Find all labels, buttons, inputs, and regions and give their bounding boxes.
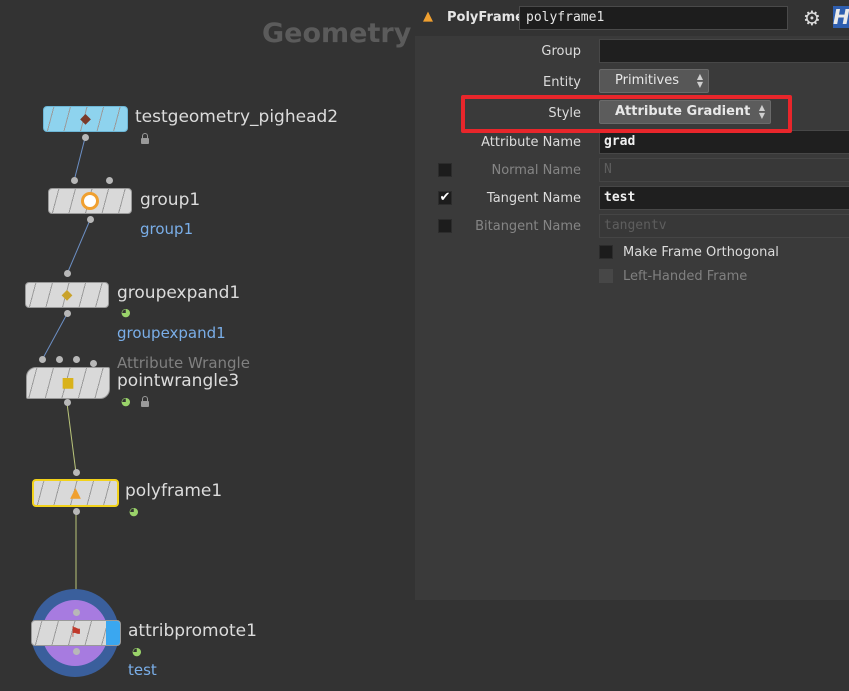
- node-pointwrangle3[interactable]: ■: [26, 367, 110, 399]
- parameter-pane: ▲ PolyFrame polyframe1 ⚙ H Group Entity …: [415, 0, 849, 600]
- node-input-dot[interactable]: [73, 356, 80, 363]
- node-output-dot[interactable]: [64, 399, 71, 406]
- group-label: Group: [541, 44, 581, 59]
- make-frame-orthogonal-checkbox[interactable]: [599, 245, 613, 259]
- left-handed-frame-label: Left-Handed Frame: [623, 269, 748, 284]
- normal-name-field[interactable]: N: [599, 158, 849, 182]
- node-type-label: Attribute Wrangle: [117, 354, 250, 372]
- entity-menu[interactable]: Primitives ▲ ▼: [599, 69, 709, 93]
- attribute-name-field[interactable]: grad: [599, 130, 849, 154]
- node-output-dot[interactable]: [64, 310, 71, 317]
- parameter-pane-footer: [415, 600, 849, 691]
- entity-menu-value: Primitives: [615, 73, 680, 88]
- highlight-box: [461, 95, 792, 133]
- node-output-dot[interactable]: [73, 508, 80, 515]
- bitangent-name-field[interactable]: tangentv: [599, 214, 849, 238]
- make-frame-orthogonal-label: Make Frame Orthogonal: [623, 245, 779, 260]
- help-icon[interactable]: H: [833, 5, 849, 29]
- node-name-field[interactable]: polyframe1: [519, 6, 788, 30]
- node-output-dot[interactable]: [82, 134, 89, 141]
- wrangle-icon: ■: [61, 375, 75, 391]
- normal-name-label: Normal Name: [491, 163, 581, 178]
- node-name: group1: [140, 190, 201, 210]
- attribute-name-label: Attribute Name: [481, 135, 581, 150]
- display-flag-icon[interactable]: ◕: [132, 645, 142, 658]
- polyframe-icon: ▲: [423, 9, 433, 24]
- node-group1[interactable]: [48, 188, 132, 214]
- display-flag-icon[interactable]: ◕: [129, 505, 139, 518]
- node-input-dot[interactable]: [56, 356, 63, 363]
- tangent-name-label: Tangent Name: [486, 191, 581, 206]
- group-field[interactable]: [599, 39, 849, 63]
- updown-arrows-icon: ▲ ▼: [696, 72, 703, 89]
- node-input-dot[interactable]: [73, 609, 80, 616]
- pighead-icon: ◆: [80, 111, 91, 127]
- lock-icon: [141, 396, 149, 407]
- node-comment: groupexpand1: [117, 324, 226, 342]
- node-name: groupexpand1: [117, 283, 241, 303]
- tangent-name-field[interactable]: test: [599, 186, 849, 210]
- entity-label: Entity: [543, 75, 581, 90]
- node-comment: group1: [140, 220, 194, 238]
- node-input-dot[interactable]: [71, 177, 78, 184]
- lock-icon: [141, 133, 149, 144]
- node-input-dot[interactable]: [90, 360, 97, 367]
- ring-icon: [81, 192, 99, 210]
- network-editor[interactable]: Geometry ◆ testgeometry_pighead2 group1 …: [0, 0, 415, 691]
- gear-icon[interactable]: ⚙: [803, 6, 821, 30]
- bitangent-name-label: Bitangent Name: [475, 219, 581, 234]
- attribpromote-icon: ⚑: [69, 625, 83, 641]
- node-input-dot[interactable]: [73, 469, 80, 476]
- node-input-dot[interactable]: [39, 356, 46, 363]
- node-output-dot[interactable]: [73, 648, 80, 655]
- node-output-dot[interactable]: [87, 216, 94, 223]
- node-wires: [41, 137, 91, 612]
- display-flag-icon[interactable]: ◕: [121, 395, 131, 408]
- node-input-dot[interactable]: [64, 270, 71, 277]
- display-flag-icon[interactable]: ◕: [121, 306, 131, 319]
- normal-name-enable-checkbox[interactable]: [438, 163, 452, 177]
- polyframe-icon: ▲: [70, 485, 81, 501]
- node-name: polyframe1: [125, 481, 223, 501]
- node-comment: test: [128, 661, 157, 679]
- diamond-icon: ◆: [61, 287, 73, 303]
- operator-type: PolyFrame: [447, 10, 524, 25]
- parameter-header: ▲ PolyFrame polyframe1 ⚙ H: [415, 0, 849, 36]
- node-groupexpand1[interactable]: ◆: [25, 282, 109, 308]
- node-input-dot[interactable]: [106, 177, 113, 184]
- node-name: testgeometry_pighead2: [135, 107, 339, 127]
- bitangent-name-enable-checkbox[interactable]: [438, 219, 452, 233]
- node-name: attribpromote1: [128, 621, 257, 641]
- node-testgeometry-pighead2[interactable]: ◆: [43, 106, 128, 132]
- tangent-name-enable-checkbox[interactable]: ✔: [438, 191, 452, 205]
- node-polyframe1[interactable]: ▲: [32, 479, 119, 507]
- node-attribpromote1[interactable]: ⚑: [31, 620, 121, 646]
- left-handed-frame-checkbox[interactable]: [599, 269, 613, 283]
- display-flag-band: [106, 621, 120, 645]
- node-name: pointwrangle3: [117, 371, 240, 391]
